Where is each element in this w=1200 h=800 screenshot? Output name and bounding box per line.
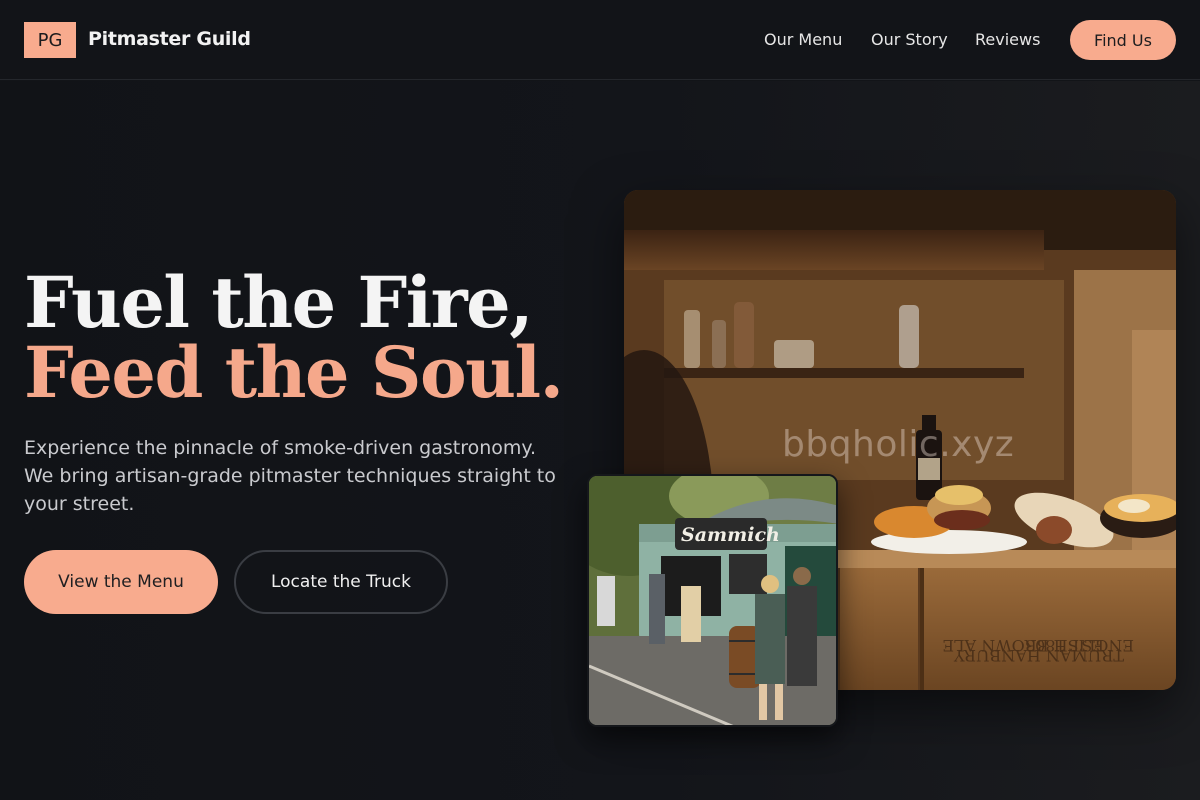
- nav-link-our-story[interactable]: Our Story: [871, 30, 948, 49]
- view-menu-button[interactable]: View the Menu: [24, 550, 218, 614]
- site-header: PG Pitmaster Guild Our Menu Our Story Re…: [0, 0, 1200, 80]
- food-truck-sign: Sammich: [681, 524, 780, 546]
- food-truck-photo: Sammich: [587, 474, 838, 727]
- find-us-button[interactable]: Find Us: [1070, 20, 1176, 60]
- food-truck-photo-illustration: [589, 476, 836, 725]
- nav-link-reviews[interactable]: Reviews: [975, 30, 1040, 49]
- logo-badge[interactable]: PG: [24, 22, 76, 58]
- hero-subcopy: Experience the pinnacle of smoke-driven …: [24, 437, 556, 515]
- headline-line-2: Feed the Soul.: [24, 331, 564, 414]
- svg-text:ENGLISH BROWN ALE: ENGLISH BROWN ALE: [942, 636, 1134, 655]
- photo-watermark: bbqholic.xyz: [782, 424, 1015, 465]
- brand-name[interactable]: Pitmaster Guild: [88, 28, 251, 50]
- hero-headline: Fuel the Fire, Feed the Soul.: [24, 261, 564, 414]
- headline-line-1: Fuel the Fire,: [24, 261, 534, 344]
- nav-link-our-menu[interactable]: Our Menu: [764, 30, 842, 49]
- locate-truck-button[interactable]: Locate the Truck: [234, 550, 448, 614]
